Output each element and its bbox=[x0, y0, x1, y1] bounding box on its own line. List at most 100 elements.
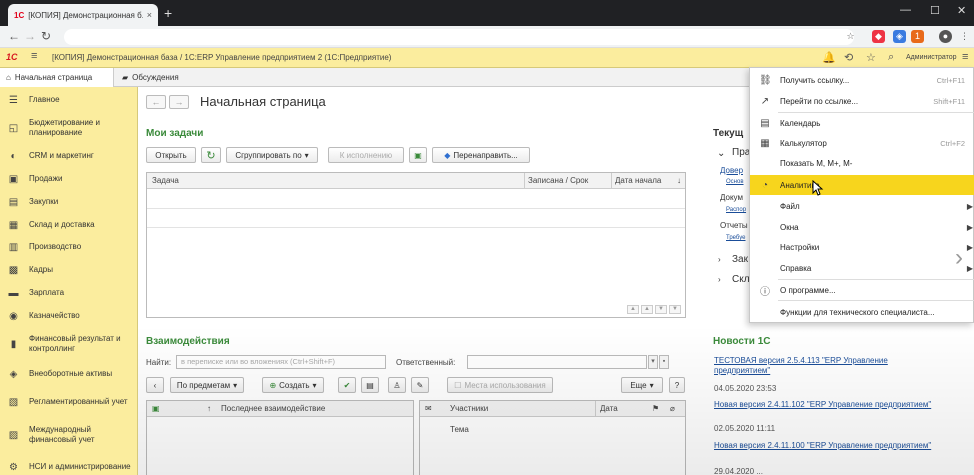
browser-menu-icon[interactable]: ⋮ bbox=[958, 30, 971, 43]
group-label[interactable]: Пра bbox=[732, 147, 750, 158]
menu-item-calendar[interactable]: ▤ Календарь bbox=[750, 113, 974, 133]
sidebar-item-international-accounting[interactable]: ▨ Международный финансовый учет bbox=[0, 423, 138, 447]
redirect-button[interactable]: ◆ Перенаправить... bbox=[432, 147, 530, 163]
scroll-bottom-icon[interactable]: ▼ bbox=[669, 305, 681, 314]
window-minimize-button[interactable]: — bbox=[900, 4, 911, 16]
extension-icon[interactable]: ◈ bbox=[893, 30, 906, 43]
row-sub-link[interactable]: Распор bbox=[726, 207, 746, 213]
forward-arrow-icon[interactable]: → bbox=[24, 29, 36, 43]
scroll-up-icon[interactable]: ▲ bbox=[641, 305, 653, 314]
sidebar-item-crm[interactable]: ◐ CRM и маркетинг bbox=[0, 149, 138, 163]
menu-item-calculator[interactable]: ▦ Калькулятор Ctrl+F2 bbox=[750, 133, 974, 153]
sidebar-item-sales[interactable]: ▣ Продажи bbox=[0, 172, 138, 186]
sidebar-item-hr[interactable]: ▩ Кадры bbox=[0, 263, 138, 277]
history-icon[interactable]: ⟲ bbox=[844, 51, 853, 64]
help-button[interactable]: ? bbox=[669, 377, 685, 393]
row-sub-link[interactable]: Требуе bbox=[726, 235, 746, 241]
news-link[interactable]: Новая версия 2.4.11.102 "ERP Управление … bbox=[714, 400, 931, 409]
menu-item-show-memory[interactable]: Показать M, M+, M- bbox=[750, 153, 974, 173]
by-subject-button[interactable]: По предметам ▾ bbox=[170, 377, 244, 393]
hamburger-menu-icon[interactable]: ≡ bbox=[31, 50, 37, 62]
extension-icon[interactable]: ◆ bbox=[872, 30, 885, 43]
chevron-right-icon[interactable]: › bbox=[718, 255, 721, 264]
back-arrow-icon[interactable]: ← bbox=[8, 29, 20, 43]
expand-icon[interactable]: ⌄ bbox=[717, 148, 725, 159]
find-input[interactable]: в переписке или во вложениях (Ctrl+Shift… bbox=[176, 355, 386, 369]
column-start-date[interactable]: Дата начала bbox=[615, 176, 661, 185]
sidebar-item-purchases[interactable]: ▤ Закупки bbox=[0, 195, 138, 209]
interactions-list-grid[interactable]: ✉ Участники Дата ⚑ ⌀ Тема bbox=[419, 400, 686, 475]
browser-tab-close-icon[interactable]: × bbox=[147, 10, 152, 20]
menu-item-windows[interactable]: Окна ▶ bbox=[750, 217, 974, 237]
column-participants[interactable]: Участники bbox=[450, 404, 488, 413]
sidebar-item-warehouse[interactable]: ▦ Склад и доставка bbox=[0, 218, 138, 232]
user-name[interactable]: Администратор bbox=[906, 54, 957, 61]
news-link[interactable]: ТЕСТОВАЯ версия 2.5.4.113 "ERP Управлени… bbox=[714, 356, 914, 376]
group-by-button[interactable]: Сгруппировать по ▾ bbox=[226, 147, 318, 163]
column-last-interaction[interactable]: Последнее взаимодействие bbox=[221, 404, 325, 413]
menu-item-analytics[interactable]: ◔ Аналитика bbox=[750, 175, 974, 195]
sort-icon[interactable]: ↓ bbox=[677, 176, 681, 185]
row-label[interactable]: Отчеты bbox=[720, 221, 748, 230]
browser-tab[interactable]: 1С [КОПИЯ] Демонстрационная б... × bbox=[8, 4, 158, 26]
sidebar-item-admin[interactable]: ⚙ НСИ и администрирование bbox=[0, 455, 138, 475]
menu-item-about[interactable]: ⓘ О программе... bbox=[750, 280, 974, 300]
group-label[interactable]: Зак bbox=[732, 254, 748, 265]
responsible-input[interactable] bbox=[467, 355, 647, 369]
main-menu-icon[interactable]: ≡ bbox=[962, 51, 968, 63]
more-button[interactable]: Еще ▾ bbox=[621, 377, 663, 393]
mark-done-button[interactable]: ✔ bbox=[338, 377, 356, 393]
usage-places-button[interactable]: ☐ Места использования bbox=[447, 377, 553, 393]
row-link[interactable]: Довер bbox=[720, 166, 743, 175]
responsible-select-icon[interactable]: ▪ bbox=[659, 355, 669, 369]
sidebar-item-treasury[interactable]: ◉ Казначейство bbox=[0, 309, 138, 323]
person-button[interactable]: ♙ bbox=[388, 377, 406, 393]
address-bar[interactable] bbox=[64, 29, 854, 45]
tab-discussions[interactable]: ▰ Обсуждения bbox=[116, 68, 216, 87]
sidebar-item-fixed-assets[interactable]: ◈ Внеоборотные активы bbox=[0, 367, 138, 381]
menu-item-tech-functions[interactable]: Функции для технического специалиста... bbox=[750, 302, 974, 322]
interactions-subject-grid[interactable]: ▣ ↑ Последнее взаимодействие bbox=[146, 400, 414, 475]
search-icon[interactable]: ⌕ bbox=[888, 51, 894, 64]
refresh-button[interactable]: ↻ bbox=[201, 147, 221, 163]
menu-item-get-link[interactable]: ⛓ Получить ссылку... Ctrl+F11 bbox=[750, 70, 974, 90]
create-button[interactable]: ⊕ Создать ▾ bbox=[262, 377, 324, 393]
scroll-top-icon[interactable]: ▲ bbox=[627, 305, 639, 314]
column-recorded[interactable]: Записана / Срок bbox=[528, 176, 588, 185]
open-button[interactable]: Открыть bbox=[146, 147, 196, 163]
bell-icon[interactable]: 🔔 bbox=[822, 51, 836, 64]
window-maximize-button[interactable]: ☐ bbox=[930, 4, 940, 17]
column-task[interactable]: Задача bbox=[152, 176, 179, 185]
to-execute-button[interactable]: К исполнению bbox=[328, 147, 404, 163]
profile-avatar-icon[interactable]: ● bbox=[939, 30, 952, 43]
row-sub-link[interactable]: Основ bbox=[726, 179, 744, 185]
news-link[interactable]: Новая версия 2.4.11.100 "ERP Управление … bbox=[714, 441, 931, 450]
favorites-star-icon[interactable]: ☆ bbox=[866, 51, 876, 64]
column-date[interactable]: Дата bbox=[600, 404, 618, 413]
reload-icon[interactable]: ↻ bbox=[41, 29, 51, 43]
chevron-right-icon[interactable]: › bbox=[718, 275, 721, 284]
sidebar-item-budgeting[interactable]: ◱ Бюджетирование и планирование bbox=[0, 116, 138, 140]
extension-icon[interactable]: 1 bbox=[911, 30, 924, 43]
scroll-down-icon[interactable]: ▼ bbox=[655, 305, 667, 314]
back-button[interactable]: ← bbox=[146, 95, 166, 109]
sort-up-icon[interactable]: ↑ bbox=[207, 404, 211, 413]
menu-item-file[interactable]: Файл ▶ bbox=[750, 196, 974, 216]
window-close-button[interactable]: ✕ bbox=[957, 4, 966, 17]
responsible-dropdown-icon[interactable]: ▾ bbox=[648, 355, 658, 369]
sidebar-item-regulated-accounting[interactable]: ▧ Регламентированный учет bbox=[0, 390, 138, 414]
attach-button[interactable]: ▤ bbox=[361, 377, 379, 393]
sidebar-item-production[interactable]: ▥ Производство bbox=[0, 240, 138, 254]
star-icon[interactable]: ☆ bbox=[844, 30, 857, 43]
menu-item-help[interactable]: Справка ▶ bbox=[750, 258, 974, 278]
menu-item-go-to-link[interactable]: ↗ Перейти по ссылке... Shift+F11 bbox=[750, 91, 974, 111]
edit-button[interactable]: ✎ bbox=[411, 377, 429, 393]
sidebar-item-salary[interactable]: ▬ Зарплата bbox=[0, 286, 138, 300]
new-tab-button[interactable]: + bbox=[164, 5, 172, 21]
forward-button[interactable]: → bbox=[169, 95, 189, 109]
menu-item-settings[interactable]: Настройки ▶ bbox=[750, 237, 974, 257]
group-label[interactable]: Скл bbox=[732, 274, 750, 285]
sidebar-item-main[interactable]: ☰ Главное bbox=[0, 93, 138, 107]
chevron-right-icon[interactable]: › bbox=[955, 244, 963, 272]
task-action-button[interactable]: ▣ bbox=[409, 147, 427, 163]
